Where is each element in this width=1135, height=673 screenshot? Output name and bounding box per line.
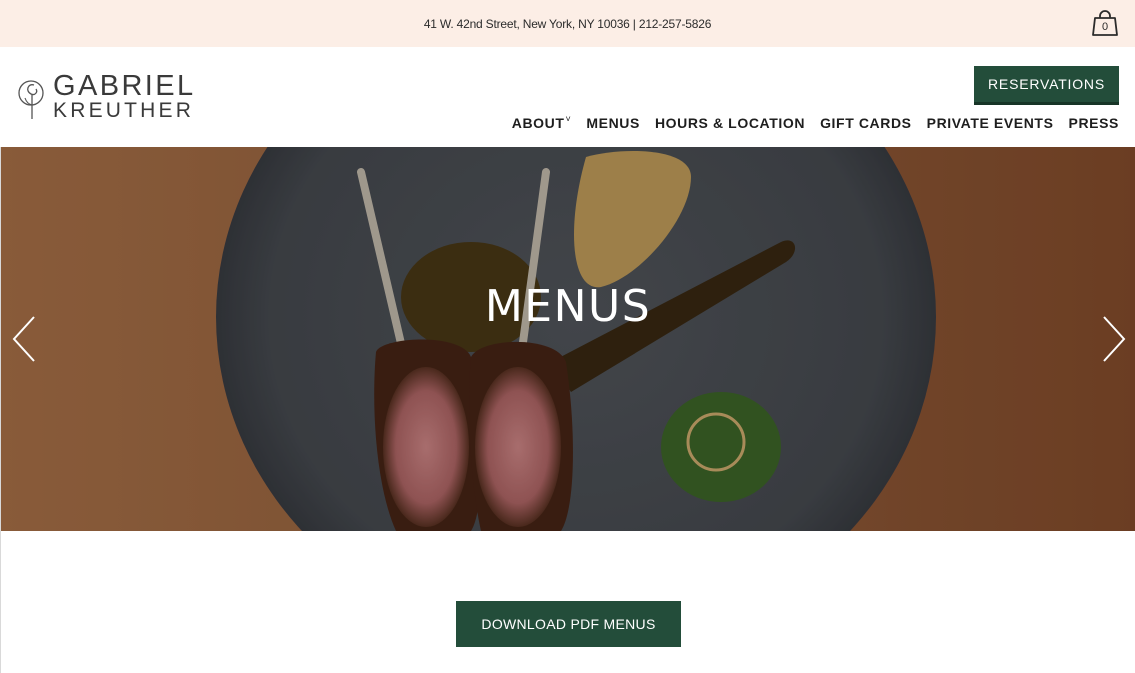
address-phone-text: 41 W. 42nd Street, New York, NY 10036 | …	[423, 16, 712, 31]
nav-item-private-events[interactable]: PRIVATE EVENTS	[927, 115, 1054, 131]
cart-button[interactable]: 0	[1091, 9, 1119, 37]
nav-item-gift-cards[interactable]: GIFT CARDS	[820, 115, 912, 131]
logo-text-last: KREUTHER	[53, 99, 195, 122]
hero-food-photo	[1, 147, 1135, 531]
nav-item-menus[interactable]: MENUS	[586, 115, 640, 131]
top-info-bar: 41 W. 42nd Street, New York, NY 10036 | …	[0, 0, 1135, 47]
nav-item-hours-location[interactable]: HOURS & LOCATION	[655, 115, 805, 131]
site-header: GABRIEL KREUTHER RESERVATIONS ABOUT˅ MEN…	[0, 47, 1135, 147]
chevron-left-icon	[12, 316, 35, 362]
restaurant-logo[interactable]: GABRIEL KREUTHER	[17, 71, 202, 123]
chevron-right-icon	[1103, 316, 1126, 362]
cart-count-badge: 0	[1102, 21, 1108, 33]
reservations-button[interactable]: RESERVATIONS	[974, 66, 1119, 105]
download-pdf-menus-button[interactable]: DOWNLOAD PDF MENUS	[456, 601, 681, 647]
nav-item-about[interactable]: ABOUT˅	[511, 114, 572, 131]
page-title: MENUS	[484, 281, 652, 332]
hero-banner: MENUS	[1, 147, 1135, 531]
chevron-down-icon: ˅	[565, 114, 572, 124]
logo-text-first: GABRIEL	[53, 70, 196, 102]
carousel-next-button[interactable]	[1102, 315, 1126, 363]
nav-label: ABOUT	[511, 115, 565, 131]
flower-logo-icon	[18, 80, 44, 119]
main-nav: ABOUT˅ MENUS HOURS & LOCATION GIFT CARDS…	[511, 114, 1119, 131]
carousel-prev-button[interactable]	[12, 315, 36, 363]
nav-item-press[interactable]: PRESS	[1069, 115, 1119, 131]
